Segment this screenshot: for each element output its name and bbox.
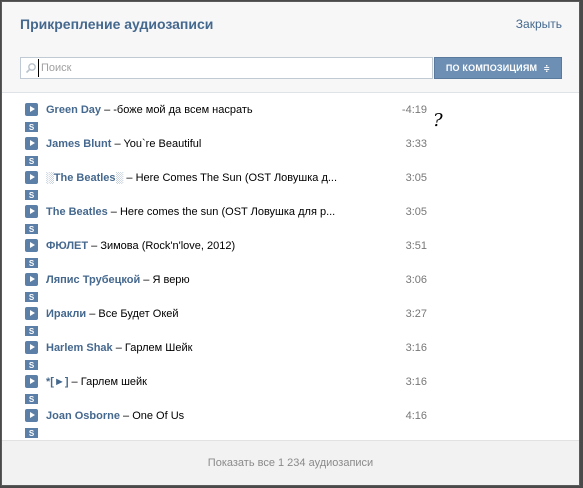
track-artist[interactable]: ФЮЛЕТ xyxy=(46,240,88,252)
track-row[interactable]: S Green Day – -боже мой да всем насрать -4… xyxy=(2,98,579,132)
track-row[interactable]: S The Beatles – Here comes the sun (OST Л… xyxy=(2,200,579,234)
track-duration: 3:51 xyxy=(405,240,427,252)
track-duration: 3:05 xyxy=(405,172,427,184)
artist-title-separator: – xyxy=(119,410,133,422)
track-artist[interactable]: James Blunt xyxy=(46,138,111,150)
show-all-audio-link[interactable]: Показать все 1 234 аудиозаписи xyxy=(2,440,579,485)
track-name: James Blunt – You`re Beautiful xyxy=(46,138,376,150)
track-artist[interactable]: ░The Beatles░ xyxy=(46,172,123,184)
track-duration: 3:06 xyxy=(405,274,427,286)
dialog-title: Прикрепление аудиозаписи xyxy=(20,16,214,32)
s-badge: S xyxy=(25,190,38,200)
search-icon xyxy=(25,63,36,74)
track-artist[interactable]: Harlem Shak xyxy=(46,342,113,354)
play-icon[interactable] xyxy=(25,137,38,150)
track-duration: -4:19 xyxy=(401,104,427,116)
sort-arrow-icon: ≑ xyxy=(543,64,551,73)
track-name: Ляпис Трубецкой – Я верю xyxy=(46,274,376,286)
track-title[interactable]: Here comes the sun (OST Ловушка для р... xyxy=(120,206,335,218)
play-icon[interactable] xyxy=(25,409,38,422)
search-box[interactable] xyxy=(20,57,433,79)
artist-title-separator: – xyxy=(123,172,136,184)
play-icon[interactable] xyxy=(25,273,38,286)
track-artist[interactable]: Иракли xyxy=(46,308,86,320)
play-icon[interactable] xyxy=(25,103,38,116)
track-title[interactable]: -боже мой да всем насрать xyxy=(113,104,252,116)
track-title[interactable]: Я верю xyxy=(152,274,189,286)
close-link[interactable]: Закрыть xyxy=(516,17,562,31)
track-name: *[►] – Гарлем шейк xyxy=(46,376,376,388)
play-icon[interactable] xyxy=(25,205,38,218)
track-row[interactable]: S *[►] – Гарлем шейк 3:16 xyxy=(2,370,579,404)
track-row[interactable]: S ФЮЛЕТ – Зимова (Rock'n'love, 2012) 3:51 xyxy=(2,234,579,268)
track-artist[interactable]: The Beatles xyxy=(46,206,108,218)
track-title[interactable]: Гарлем шейк xyxy=(81,376,147,388)
track-row[interactable]: S Иракли – Все Будет Окей 3:27 xyxy=(2,302,579,336)
track-name: Иракли – Все Будет Окей xyxy=(46,308,376,320)
s-badge: S xyxy=(25,326,38,336)
s-badge: S xyxy=(25,394,38,404)
track-duration: 3:16 xyxy=(405,342,427,354)
artist-title-separator: – xyxy=(107,206,120,218)
question-mark-annotation: ? xyxy=(433,110,443,131)
track-duration: 3:05 xyxy=(405,206,427,218)
track-duration: 4:16 xyxy=(405,410,427,422)
sort-button-label: ПО КОМПОЗИЦИЯМ xyxy=(445,63,538,73)
track-title[interactable]: Все Будет Окей xyxy=(98,308,178,320)
track-title[interactable]: You`re Beautiful xyxy=(123,138,201,150)
play-icon[interactable] xyxy=(25,171,38,184)
sort-by-tracks-button[interactable]: ПО КОМПОЗИЦИЯМ ≑ xyxy=(434,57,562,79)
s-badge: S xyxy=(25,292,38,302)
track-artist[interactable]: *[►] xyxy=(46,376,69,388)
track-title[interactable]: Here Comes The Sun (OST Ловушка д... xyxy=(136,172,337,184)
play-icon[interactable] xyxy=(25,307,38,320)
track-duration: 3:27 xyxy=(405,308,427,320)
track-duration: 3:33 xyxy=(405,138,427,150)
play-icon[interactable] xyxy=(25,375,38,388)
s-badge: S xyxy=(25,428,38,438)
s-badge: S xyxy=(25,156,38,166)
track-list: S Green Day – -боже мой да всем насрать -4… xyxy=(2,98,579,438)
play-icon[interactable] xyxy=(25,239,38,252)
track-title[interactable]: Гарлем Шейк xyxy=(125,342,193,354)
artist-title-separator: – xyxy=(86,308,99,320)
track-name: Green Day – -боже мой да всем насрать xyxy=(46,104,376,116)
play-icon[interactable] xyxy=(25,341,38,354)
track-title[interactable]: Зимова (Rock'n'love, 2012) xyxy=(100,240,235,252)
artist-title-separator: – xyxy=(68,376,81,388)
track-duration: 3:16 xyxy=(405,376,427,388)
track-name: Harlem Shak – Гарлем Шейк xyxy=(46,342,376,354)
track-name: ░The Beatles░ – Here Comes The Sun (OST … xyxy=(46,172,376,184)
artist-title-separator: – xyxy=(88,240,101,252)
track-artist[interactable]: Green Day xyxy=(46,104,101,116)
attach-audio-dialog: Прикрепление аудиозаписи Закрыть ПО КОМП… xyxy=(1,1,580,486)
artist-title-separator: – xyxy=(112,342,125,354)
s-badge: S xyxy=(25,258,38,268)
track-row[interactable]: S Ляпис Трубецкой – Я верю 3:06 xyxy=(2,268,579,302)
s-badge: S xyxy=(25,224,38,234)
track-row[interactable]: S James Blunt – You`re Beautiful 3:33 xyxy=(2,132,579,166)
dialog-header: Прикрепление аудиозаписи Закрыть xyxy=(2,2,579,46)
search-input[interactable] xyxy=(38,59,431,77)
track-row[interactable]: S ░The Beatles░ – Here Comes The Sun (OST… xyxy=(2,166,579,200)
track-name: The Beatles – Here comes the sun (OST Ло… xyxy=(46,206,376,218)
artist-title-separator: – xyxy=(111,138,124,150)
s-badge: S xyxy=(25,360,38,370)
track-artist[interactable]: Joan Osborne xyxy=(46,410,120,422)
track-title[interactable]: One Of Us xyxy=(132,410,184,422)
track-row[interactable]: S Joan Osborne – One Of Us 4:16 xyxy=(2,404,579,438)
track-artist[interactable]: Ляпис Трубецкой xyxy=(46,274,140,286)
track-name: Joan Osborne – One Of Us xyxy=(46,410,376,422)
search-bar: ПО КОМПОЗИЦИЯМ ≑ xyxy=(2,46,579,93)
artist-title-separator: – xyxy=(140,274,153,286)
track-row[interactable]: S Harlem Shak – Гарлем Шейк 3:16 xyxy=(2,336,579,370)
s-badge: S xyxy=(25,122,38,132)
artist-title-separator: – xyxy=(101,104,114,116)
track-name: ФЮЛЕТ – Зимова (Rock'n'love, 2012) xyxy=(46,240,376,252)
